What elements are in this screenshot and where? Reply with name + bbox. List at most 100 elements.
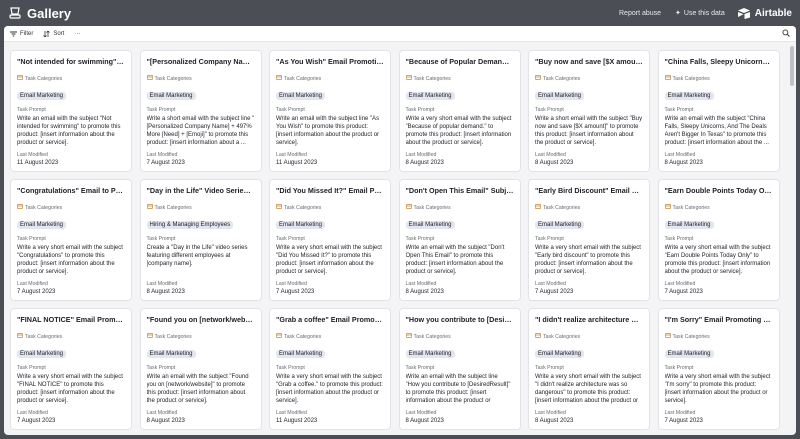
gallery-card[interactable]: "Because of Popular Demand" E... Task Ca… — [398, 50, 521, 172]
prompt-field-label: Task Prompt — [276, 365, 384, 371]
modified-label-text: Last Modified — [17, 281, 48, 287]
gallery-card[interactable]: "As You Wish" Email Promoting ... Task C… — [269, 50, 391, 172]
card-title: "Did You Missed It?" Email Prom... — [276, 186, 384, 195]
use-data-button[interactable]: ✦ Use this data — [675, 9, 725, 18]
gallery-card[interactable]: "How you contribute to [Desired... Task … — [398, 308, 521, 430]
modified-label-text: Last Modified — [535, 281, 566, 287]
use-data-label: Use this data — [683, 9, 725, 17]
category-tag: Email Marketing — [535, 350, 585, 358]
prompt-field-label: Task Prompt — [406, 365, 514, 371]
last-modified-date: 8 August 2023 — [405, 160, 444, 166]
prompt-field-label: Task Prompt — [665, 365, 773, 371]
category-tag: Email Marketing — [405, 92, 455, 100]
multiselect-icon — [16, 204, 24, 211]
category-tag: Email Marketing — [276, 221, 326, 229]
modified-label-text: Last Modified — [664, 152, 696, 158]
categories-field-label: Task Categories — [146, 333, 255, 340]
report-abuse-link[interactable]: Report abuse — [619, 10, 661, 17]
categories-field-label: Task Categories — [146, 204, 255, 211]
prompt-label-text: Task Prompt — [535, 107, 564, 113]
modified-label-text: Last Modified — [405, 281, 437, 287]
prompt-label-text: Task Prompt — [664, 236, 694, 242]
modified-field-label: Last Modified — [276, 152, 384, 158]
modified-label-text: Last Modified — [17, 152, 48, 158]
modified-label-text: Last Modified — [535, 410, 566, 416]
prompt-label-text: Task Prompt — [664, 107, 694, 113]
prompt-label-text: Task Prompt — [146, 365, 176, 371]
category-tag: Email Marketing — [664, 221, 714, 229]
categories-field-label: Task Categories — [16, 75, 125, 82]
categories-label-text: Task Categories — [284, 75, 322, 82]
gallery-card[interactable]: "Did You Missed It?" Email Prom... Task … — [269, 179, 391, 301]
categories-label-text: Task Categories — [154, 75, 192, 82]
filter-button[interactable]: Filter — [10, 31, 33, 37]
modified-field-label: Last Modified — [535, 410, 643, 416]
multiselect-icon — [146, 75, 153, 82]
last-modified-date: 8 August 2023 — [146, 418, 185, 424]
multiselect-icon — [534, 204, 542, 211]
airtable-logo[interactable]: Airtable — [737, 7, 792, 19]
prompt-label-text: Task Prompt — [276, 107, 305, 113]
categories-field-label: Task Categories — [16, 333, 125, 340]
gallery-card[interactable]: "Not intended for swimming" E... Task Ca… — [10, 50, 132, 172]
modified-field-label: Last Modified — [147, 281, 255, 287]
gallery-card[interactable]: "China Falls, Sleepy Unicorns, A... Task… — [657, 50, 780, 172]
categories-field-label: Task Categories — [16, 204, 125, 211]
prompt-label-text: Task Prompt — [535, 236, 564, 242]
gallery-icon — [8, 6, 22, 20]
search-icon[interactable] — [782, 28, 790, 39]
gallery-card[interactable]: "I didn't realize architecture was... Ta… — [528, 308, 650, 430]
prompt-label-text: Task Prompt — [276, 365, 305, 371]
multiselect-icon — [405, 75, 412, 82]
page-title: Gallery — [27, 5, 72, 21]
card-title: "I'm Sorry" Email Promoting a P... — [664, 315, 773, 324]
card-title: "Because of Popular Demand" E... — [405, 57, 514, 66]
gallery-card[interactable]: "I'm Sorry" Email Promoting a P... Task … — [657, 308, 780, 430]
categories-label-text: Task Categories — [672, 75, 710, 82]
multiselect-icon — [16, 333, 24, 340]
modified-field-label: Last Modified — [147, 152, 255, 158]
categories-label-text: Task Categories — [284, 333, 322, 340]
modified-label-text: Last Modified — [535, 152, 566, 158]
gallery-card[interactable]: "Buy now and save [$X amount]... Task Ca… — [528, 50, 650, 172]
category-tag: Email Marketing — [146, 92, 196, 100]
last-modified-date: 7 August 2023 — [17, 289, 56, 295]
card-title: "Day in the Life" Video Series fe... — [146, 186, 255, 195]
airtable-icon — [737, 8, 750, 19]
multiselect-icon — [405, 204, 412, 211]
card-title: "[Personalized Company Name]... — [146, 57, 255, 66]
categories-field-label: Task Categories — [405, 204, 514, 211]
modified-field-label: Last Modified — [535, 152, 643, 158]
gallery-card[interactable]: "Day in the Life" Video Series fe... Tas… — [139, 179, 262, 301]
gallery-card[interactable]: "Early Bird Discount" Email Pro... Task … — [528, 179, 650, 301]
categories-field-label: Task Categories — [405, 75, 514, 82]
last-modified-date: 7 August 2023 — [146, 160, 185, 166]
gallery-card[interactable]: "[Personalized Company Name]... Task Cat… — [139, 50, 262, 172]
gallery-card[interactable]: "Found you on [network/website... Task C… — [139, 308, 262, 430]
multiselect-icon — [405, 333, 412, 340]
sort-button[interactable]: Sort — [43, 30, 64, 37]
categories-field-label: Task Categories — [275, 204, 384, 211]
card-title: "Found you on [network/website... — [146, 315, 255, 324]
gallery-card[interactable]: "Earn Double Points Today Only... Task C… — [657, 179, 780, 301]
gallery-card[interactable]: "FINAL NOTICE" Email Promotio... Task Ca… — [10, 308, 132, 430]
prompt-field-label: Task Prompt — [535, 236, 643, 242]
more-options-button[interactable]: ··· — [74, 31, 80, 37]
prompt-field-label: Task Prompt — [147, 236, 255, 242]
modified-label-text: Last Modified — [276, 410, 307, 416]
modified-label-text: Last Modified — [405, 152, 437, 158]
categories-label-text: Task Categories — [543, 333, 581, 340]
card-title: "How you contribute to [Desired... — [405, 315, 514, 324]
category-tag: Email Marketing — [535, 92, 585, 100]
scrollbar[interactable] — [790, 46, 794, 86]
gallery-card[interactable]: "Congratulations" Email to Prom... Task … — [10, 179, 132, 301]
task-prompt-text: Write an email with the subject line "As… — [276, 116, 380, 146]
gallery-card[interactable]: "Grab a coffee" Email Promotion Task Cat… — [269, 308, 391, 430]
categories-field-label: Task Categories — [664, 204, 773, 211]
task-prompt-text: Write a very short email with the subjec… — [664, 245, 771, 275]
modified-label-text: Last Modified — [405, 410, 437, 416]
categories-label-text: Task Categories — [25, 333, 63, 340]
categories-field-label: Task Categories — [534, 204, 643, 211]
gallery-card[interactable]: "Don't Open This Email" Subject... Task … — [398, 179, 521, 301]
last-modified-date: 7 August 2023 — [664, 418, 703, 424]
